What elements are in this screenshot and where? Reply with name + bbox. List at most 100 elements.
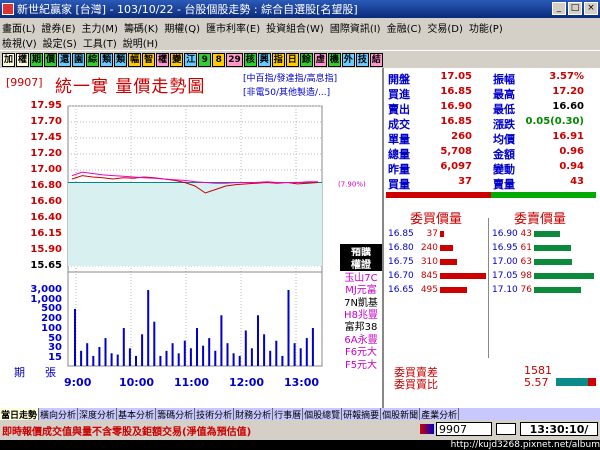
quote-label: 成交 <box>388 118 410 131</box>
maximize-icon[interactable]: □ <box>568 2 582 15</box>
bid-header: 委買價量 <box>410 212 463 227</box>
toolbar-button[interactable]: 權 <box>156 52 170 67</box>
toolbar-button[interactable]: 9 <box>198 52 212 67</box>
toolbar-button[interactable]: 變 <box>170 52 184 67</box>
price-tick-label: 16.40 <box>30 212 62 223</box>
function-tab[interactable]: 財務分析 <box>234 408 274 421</box>
toolbar-button[interactable]: 餘 <box>299 52 313 67</box>
function-tab[interactable]: 個股新聞 <box>381 408 421 421</box>
footer: 當日走勢 橫向分析 深度分析 基本分析 籌碼分析 技術分析 財務分析 行事曆 個股總覽 研報摘要個… <box>0 408 600 450</box>
menu-item[interactable]: 期權(Q) <box>164 20 200 35</box>
function-tab[interactable]: 產業分析 <box>420 408 460 421</box>
index-tags-line2: [非電50/其他製造/...] <box>243 88 331 98</box>
toolbar-button[interactable]: 智 <box>142 52 156 67</box>
toolbar-button[interactable]: 日 <box>285 52 299 67</box>
function-tab[interactable]: 橫向分析 <box>39 408 79 421</box>
volume-bar <box>147 290 150 366</box>
volume-bar <box>250 348 253 366</box>
price-tick-label: 17.70 <box>30 116 62 127</box>
menu-item[interactable]: 檢視(V) <box>2 35 37 50</box>
main-area: (7.90%) [9907] 統一實 量價走勢圖 [中百指/發達指/高息指] [… <box>0 68 600 408</box>
toolbar-button[interactable]: 外 <box>341 52 355 67</box>
menu-item[interactable]: 匯市利率(E) <box>206 20 260 35</box>
toolbar-button[interactable]: 核 <box>243 52 257 67</box>
menu-item[interactable]: 證券(E) <box>41 20 75 35</box>
toolbar-button[interactable]: 興 <box>257 52 271 67</box>
close-icon[interactable]: × <box>584 2 598 15</box>
function-tab[interactable]: 技術分析 <box>195 408 235 421</box>
toolbar-button[interactable]: 加 <box>2 52 16 67</box>
function-tab[interactable]: 個股總覽 <box>303 408 343 421</box>
bid-bar <box>440 259 457 265</box>
quote-value: 37 <box>458 176 472 187</box>
function-tab[interactable]: 當日走勢 <box>0 408 40 421</box>
toolbar-button[interactable]: 類 <box>100 52 114 67</box>
bid-bar <box>440 273 486 279</box>
toolbar-button[interactable]: 價 <box>44 52 58 67</box>
volume-bar <box>232 353 235 366</box>
quote-row: 買進 16.85 最高 17.20 <box>388 86 598 101</box>
function-tab[interactable]: 基本分析 <box>117 408 157 421</box>
quote-value: 16.85 <box>440 116 472 127</box>
menu-item[interactable]: 畫面(L) <box>2 20 35 35</box>
menu-item[interactable]: 籌碼(K) <box>124 20 158 35</box>
quote-label: 買量 <box>388 178 410 191</box>
ratio-bar <box>556 378 596 386</box>
toolbar-button[interactable]: 幅 <box>128 52 142 67</box>
quote-value: 16.60 <box>552 101 584 112</box>
menu-item[interactable]: 說明(H) <box>123 35 158 50</box>
function-tab[interactable]: 研報摘要 <box>342 408 382 421</box>
ask-header: 委賣價量 <box>514 212 567 227</box>
toolbar-button[interactable]: 期 <box>30 52 44 67</box>
bid-price: 16.85 <box>388 229 414 239</box>
window-title: 新世紀贏家 [台灣] - 103/10/22 - 台股個股走勢 : 綜合自選股[… <box>17 3 358 16</box>
ask-price: 17.10 <box>492 285 518 295</box>
bid-bar <box>440 287 467 293</box>
status-stock-code[interactable]: 9907 <box>436 422 492 436</box>
toolbar-button[interactable]: 園 <box>72 52 86 67</box>
volume-bar <box>153 321 156 366</box>
toolbar-button[interactable]: 虛 <box>313 52 327 67</box>
toolbar-button[interactable]: 江 <box>184 52 198 67</box>
quote-label: 賣出 <box>388 103 410 116</box>
bid-qty: 845 <box>420 271 438 281</box>
menu-item[interactable]: 金融(C) <box>387 20 422 35</box>
toolbar-button[interactable]: 29 <box>226 52 243 67</box>
menu-item[interactable]: 國際資訊(I) <box>330 20 381 35</box>
menu-item[interactable]: 投資組合(W) <box>266 20 324 35</box>
price-tick-label: 16.60 <box>30 196 62 207</box>
menu-item[interactable]: 交易(D) <box>427 20 463 35</box>
volume-bar <box>287 290 290 366</box>
bid-ask-bar <box>386 192 596 198</box>
quote-value: 260 <box>451 131 472 142</box>
toolbar-button[interactable]: 綜 <box>86 52 100 67</box>
toolbar-button[interactable]: 機 <box>327 52 341 67</box>
menu-item[interactable]: 工具(T) <box>83 35 117 50</box>
toolbar-button[interactable]: 權 <box>16 52 30 67</box>
toolbar-button[interactable]: 8 <box>212 52 226 67</box>
quote-row: 賣出 16.90 最低 16.60 <box>388 101 598 116</box>
quote-value: 0.94 <box>559 161 584 172</box>
quote-value: 16.85 <box>440 86 472 97</box>
minimize-icon[interactable]: _ <box>552 2 566 15</box>
volume-bar <box>177 353 180 366</box>
ratio-value: 5.57 <box>524 376 549 389</box>
volume-bar <box>141 334 144 366</box>
function-tab[interactable]: 籌碼分析 <box>156 408 196 421</box>
toolbar-button[interactable]: 還 <box>58 52 72 67</box>
volume-bar <box>244 330 247 366</box>
price-tick-label: 17.20 <box>30 148 62 159</box>
quote-label: 變動 <box>493 163 515 176</box>
menu-item[interactable]: 設定(S) <box>43 35 77 50</box>
toolbar-button[interactable]: 結 <box>369 52 383 67</box>
broker-tag[interactable]: F5元大 <box>340 356 382 371</box>
menu-item[interactable]: 功能(P) <box>469 20 503 35</box>
toolbar-button[interactable]: 類 <box>114 52 128 67</box>
toolbar-button[interactable]: 指 <box>271 52 285 67</box>
function-tab[interactable]: 深度分析 <box>78 408 118 421</box>
ask-price: 16.95 <box>492 243 518 253</box>
function-tab[interactable]: 行事曆 <box>273 408 304 421</box>
index-tags: [中百指/發達指/高息指] [非電50/其他製造/...] <box>243 72 337 100</box>
menu-item[interactable]: 主力(M) <box>82 20 118 35</box>
toolbar-button[interactable]: 技 <box>355 52 369 67</box>
